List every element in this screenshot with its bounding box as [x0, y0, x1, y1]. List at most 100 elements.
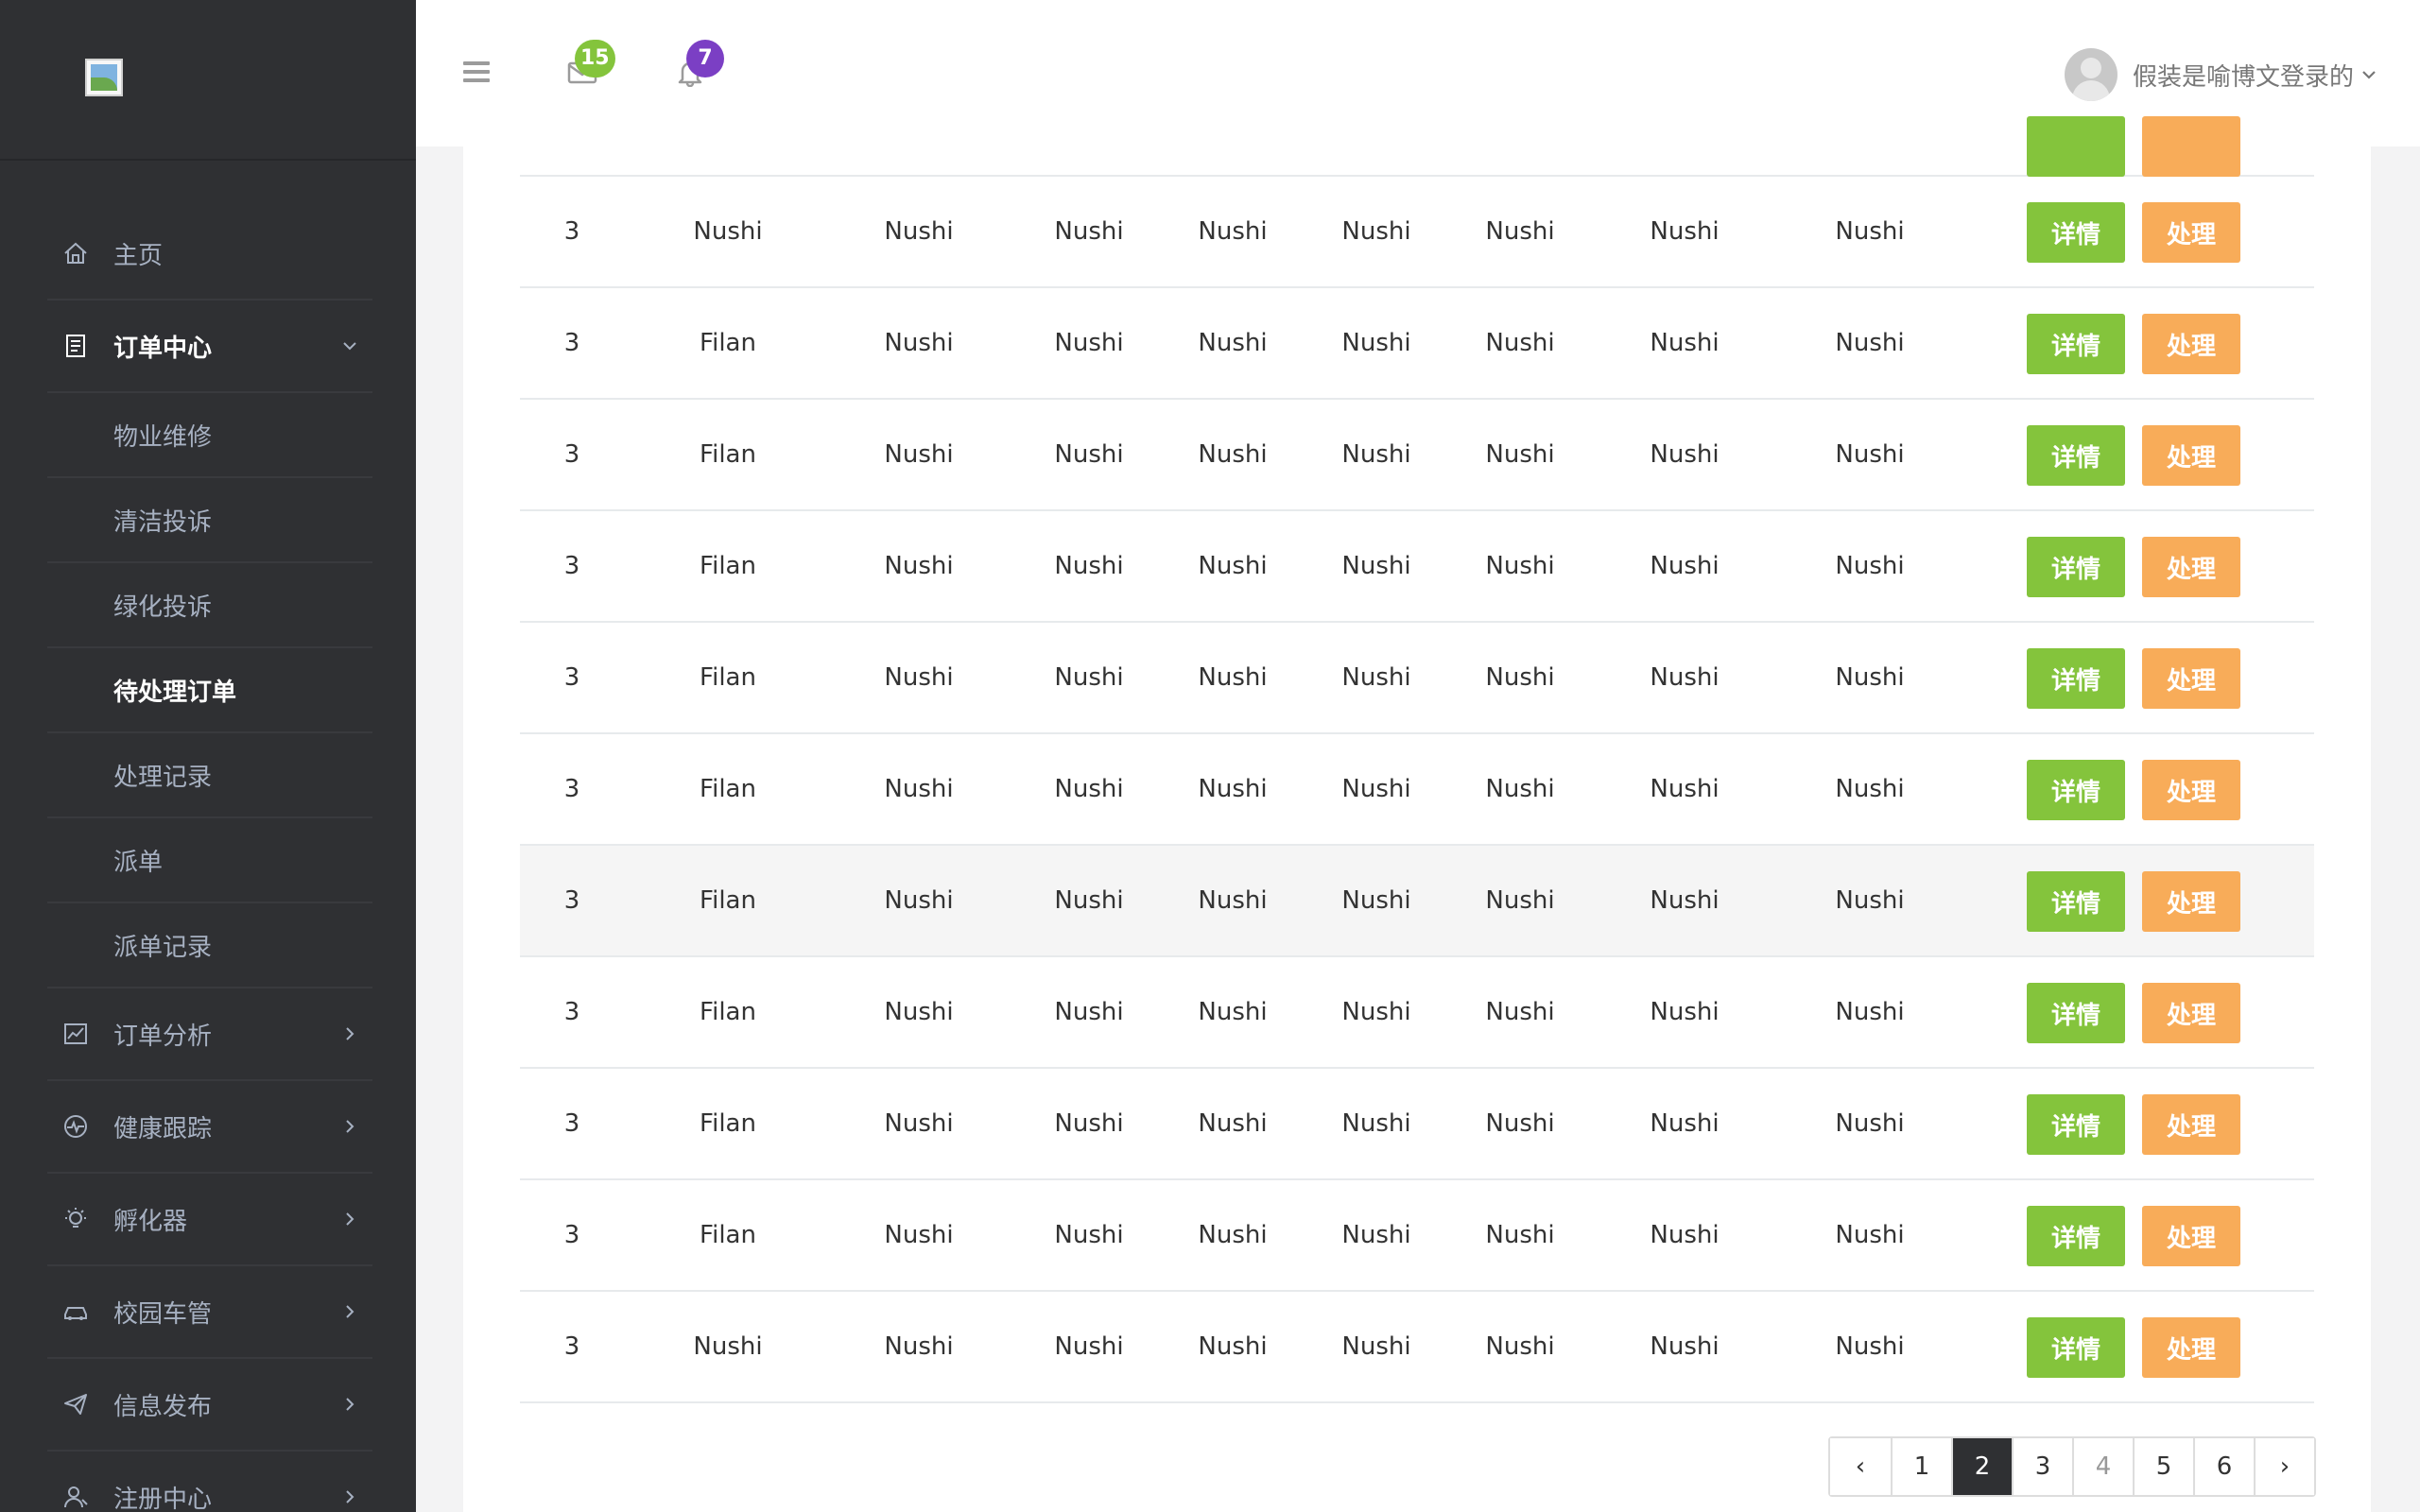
table-cell: 3 — [563, 329, 580, 357]
detail-button[interactable]: 详情 — [2027, 1094, 2125, 1155]
submenu-item-1[interactable]: 清洁投诉 — [47, 478, 372, 563]
handle-button[interactable]: 处理 — [2142, 983, 2240, 1043]
detail-button[interactable]: 详情 — [2027, 537, 2125, 597]
pagination-page-5[interactable]: 5 — [2133, 1438, 2193, 1495]
table-row[interactable]: 3 Filan Nushi Nushi Nushi Nushi Nushi Nushi Nush… — [520, 734, 2314, 846]
sidebar-item-0[interactable]: 主页 — [47, 208, 372, 301]
sidebar-item-7[interactable]: 注册中心 — [47, 1452, 372, 1512]
handle-button[interactable]: 处理 — [2142, 537, 2240, 597]
table-cell: Nushi — [1198, 663, 1268, 692]
pagination-page-6[interactable]: 6 — [2193, 1438, 2254, 1495]
table-row[interactable]: 3 Nushi Nushi Nushi Nushi Nushi Nushi Nushi Nush… — [520, 177, 2314, 288]
handle-button[interactable]: 处理 — [2142, 314, 2240, 374]
table-cell: Nushi — [1198, 1332, 1268, 1361]
handle-button[interactable]: 处理 — [2142, 202, 2240, 263]
logo-image-icon[interactable] — [85, 59, 123, 96]
sidebar-item-2[interactable]: 订单分析 — [47, 988, 372, 1081]
table-cell: Nushi — [884, 1332, 954, 1361]
detail-button[interactable]: 详情 — [2027, 983, 2125, 1043]
detail-button[interactable]: 详情 — [2027, 202, 2125, 263]
sidebar-item-1[interactable]: 订单中心 — [47, 301, 372, 393]
heartbeat-icon — [57, 1108, 95, 1145]
logo-area — [0, 0, 416, 161]
hamburger-menu-icon[interactable] — [463, 61, 490, 82]
chevron-down-icon — [340, 335, 359, 361]
sidebar-item-label: 订单分析 — [113, 1022, 213, 1051]
table-cell: Filan — [700, 1221, 756, 1249]
table-row[interactable]: 3 Filan Nushi Nushi Nushi Nushi Nushi Nushi Nush… — [520, 1069, 2314, 1180]
detail-button[interactable] — [2027, 116, 2125, 177]
table-cell: Nushi — [884, 552, 954, 580]
sidebar-item-5[interactable]: 校园车管 — [47, 1266, 372, 1359]
sidebar-item-3[interactable]: 健康跟踪 — [47, 1081, 372, 1174]
table-cell: Nushi — [1485, 886, 1555, 915]
table-cell: Nushi — [1650, 1109, 1720, 1138]
submenu-item-6[interactable]: 派单记录 — [47, 903, 372, 988]
table-row[interactable]: 3 Filan Nushi Nushi Nushi Nushi Nushi Nushi Nush… — [520, 511, 2314, 623]
table-row[interactable]: 3 Filan Nushi Nushi Nushi Nushi Nushi Nushi Nush… — [520, 846, 2314, 957]
table-cell: 3 — [563, 775, 580, 803]
sidebar-item-6[interactable]: 信息发布 — [47, 1359, 372, 1452]
table-cell: Nushi — [1341, 217, 1411, 246]
table-cell: Filan — [700, 775, 756, 803]
detail-button[interactable]: 详情 — [2027, 1206, 2125, 1266]
table-cell: Nushi — [884, 1221, 954, 1249]
pagination-page-2[interactable]: 2 — [1951, 1438, 2012, 1495]
handle-button[interactable]: 处理 — [2142, 871, 2240, 932]
detail-button[interactable]: 详情 — [2027, 760, 2125, 820]
handle-button[interactable]: 处理 — [2142, 1317, 2240, 1378]
detail-button[interactable]: 详情 — [2027, 425, 2125, 486]
table-row[interactable]: 3 Filan Nushi Nushi Nushi Nushi Nushi Nushi Nush… — [520, 1180, 2314, 1292]
table-cell: Filan — [700, 552, 756, 580]
submenu-item-0[interactable]: 物业维修 — [47, 393, 372, 478]
handle-button[interactable]: 处理 — [2142, 1206, 2240, 1266]
pagination-page-3[interactable]: 3 — [2012, 1438, 2072, 1495]
chevron-right-icon — [340, 1022, 359, 1049]
table-cell: Nushi — [1198, 775, 1268, 803]
user-menu[interactable]: 假装是喻博文登录的 — [2064, 47, 2378, 102]
detail-button[interactable]: 详情 — [2027, 871, 2125, 932]
detail-button[interactable]: 详情 — [2027, 648, 2125, 709]
table-row[interactable]: 3 Filan Nushi Nushi Nushi Nushi Nushi Nushi Nush… — [520, 400, 2314, 511]
table-cell: Nushi — [1650, 886, 1720, 915]
table-cell: Nushi — [1054, 440, 1124, 469]
table-row[interactable]: 3 Filan Nushi Nushi Nushi Nushi Nushi Nushi Nush… — [520, 288, 2314, 400]
handle-button[interactable]: 处理 — [2142, 1094, 2240, 1155]
submenu-item-3[interactable]: 待处理订单 — [47, 648, 372, 733]
table-cell: 3 — [563, 440, 580, 469]
table-row[interactable]: 3 Filan Nushi Nushi Nushi Nushi Nushi Nushi Nush… — [520, 623, 2314, 734]
table-cell: Nushi — [1835, 552, 1905, 580]
submenu-item-4[interactable]: 处理记录 — [47, 733, 372, 818]
table-cell: Nushi — [1341, 552, 1411, 580]
chart-icon — [57, 1015, 95, 1053]
handle-button[interactable]: 处理 — [2142, 760, 2240, 820]
table-cell: Nushi — [1650, 217, 1720, 246]
table-cell: Nushi — [1341, 886, 1411, 915]
handle-button[interactable]: 处理 — [2142, 648, 2240, 709]
table-cell: Nushi — [1054, 329, 1124, 357]
table-cell: 3 — [563, 1332, 580, 1361]
sidebar-item-4[interactable]: 孵化器 — [47, 1174, 372, 1266]
sidebar-item-label: 注册中心 — [113, 1485, 213, 1512]
table-row[interactable]: 3 Nushi Nushi Nushi Nushi Nushi Nushi Nushi Nush… — [520, 1292, 2314, 1403]
pagination-prev-button[interactable]: ‹ — [1830, 1438, 1891, 1495]
table-cell: Nushi — [1054, 663, 1124, 692]
table-cell: Nushi — [1485, 440, 1555, 469]
detail-button[interactable]: 详情 — [2027, 314, 2125, 374]
table-cell: Nushi — [1835, 1221, 1905, 1249]
table-cell: Nushi — [1341, 1221, 1411, 1249]
pagination-page-1[interactable]: 1 — [1891, 1438, 1951, 1495]
table-cell: Nushi — [693, 1332, 763, 1361]
table-cell: Nushi — [1835, 663, 1905, 692]
pagination-page-4[interactable]: 4 — [2072, 1438, 2133, 1495]
table-cell: Nushi — [1341, 440, 1411, 469]
pagination-next-button[interactable]: › — [2254, 1438, 2314, 1495]
table-cell: Nushi — [1835, 1109, 1905, 1138]
car-icon — [57, 1293, 95, 1331]
table-row[interactable]: 3 Filan Nushi Nushi Nushi Nushi Nushi Nushi Nush… — [520, 957, 2314, 1069]
submenu-item-5[interactable]: 派单 — [47, 818, 372, 903]
detail-button[interactable]: 详情 — [2027, 1317, 2125, 1378]
submenu-item-2[interactable]: 绿化投诉 — [47, 563, 372, 648]
handle-button[interactable] — [2142, 116, 2240, 177]
handle-button[interactable]: 处理 — [2142, 425, 2240, 486]
